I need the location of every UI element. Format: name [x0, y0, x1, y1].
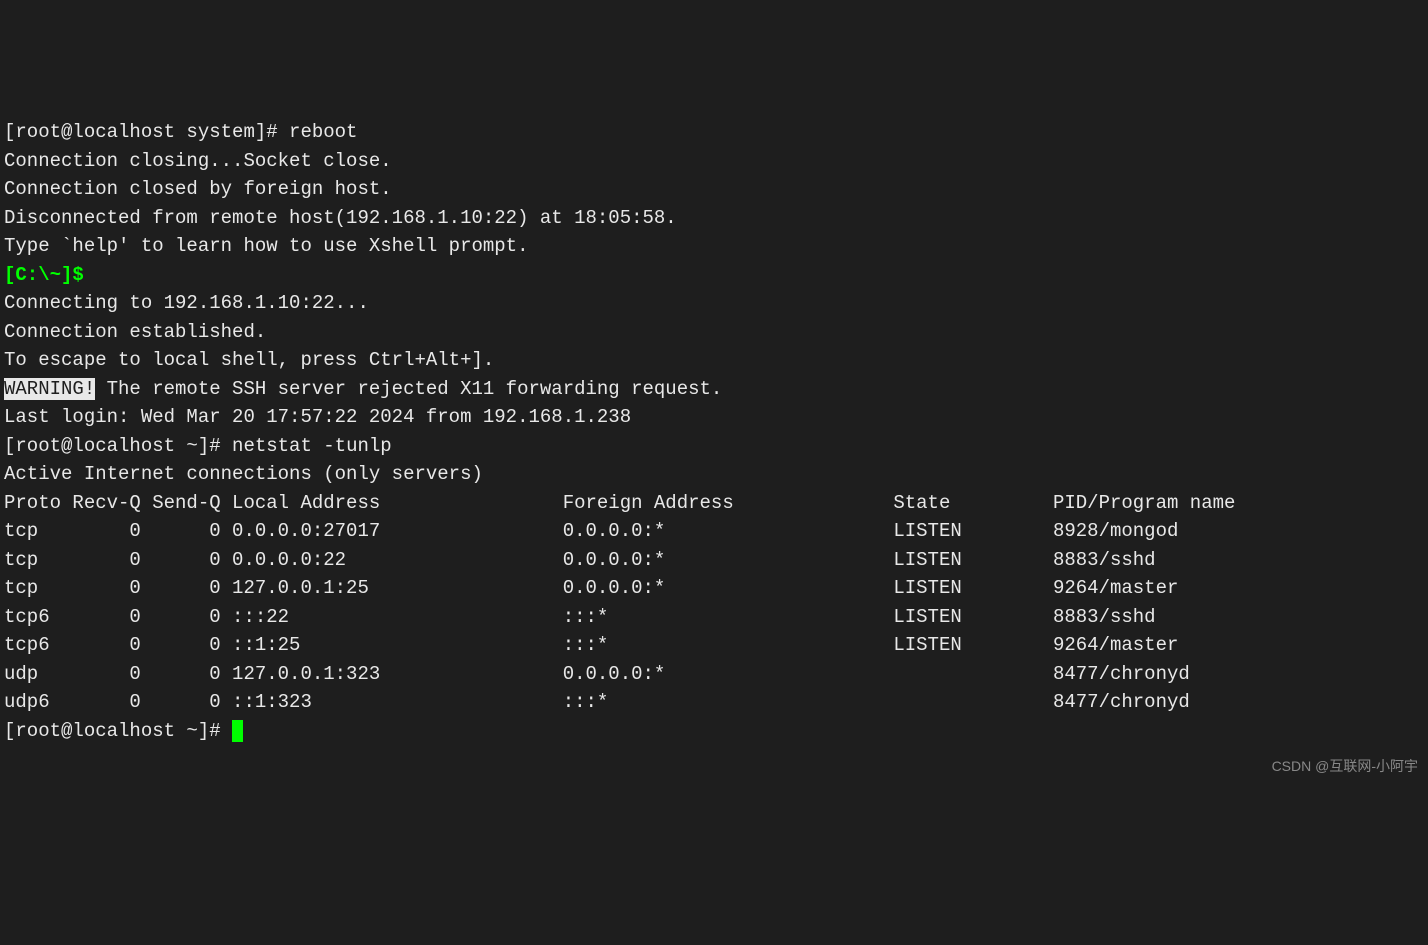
watermark-text: CSDN @互联网-小阿宇 [1272, 756, 1418, 777]
output-line: Connection closing...Socket close. [4, 147, 1424, 176]
xshell-prompt: [C:\~]$ [4, 264, 95, 286]
cursor-icon [232, 720, 243, 742]
output-line: Connecting to 192.168.1.10:22... [4, 289, 1424, 318]
warning-text: The remote SSH server rejected X11 forwa… [95, 378, 722, 400]
shell-prompt: [root@localhost ~]# [4, 435, 232, 457]
netstat-title: Active Internet connections (only server… [4, 460, 1424, 489]
output-line: To escape to local shell, press Ctrl+Alt… [4, 346, 1424, 375]
terminal-output[interactable]: [root@localhost system]# reboot Connectio… [4, 118, 1424, 745]
output-line: Disconnected from remote host(192.168.1.… [4, 204, 1424, 233]
output-line: Connection established. [4, 318, 1424, 347]
last-login-line: Last login: Wed Mar 20 17:57:22 2024 fro… [4, 403, 1424, 432]
command-netstat: netstat -tunlp [232, 435, 392, 457]
output-line: Type `help' to learn how to use Xshell p… [4, 232, 1424, 261]
warning-badge: WARNING! [4, 378, 95, 400]
output-line: Connection closed by foreign host. [4, 175, 1424, 204]
shell-prompt: [root@localhost ~]# [4, 720, 232, 742]
netstat-table: Proto Recv-Q Send-Q Local Address Foreig… [4, 489, 1424, 717]
command-reboot: reboot [289, 121, 357, 143]
shell-prompt: [root@localhost system]# [4, 121, 289, 143]
